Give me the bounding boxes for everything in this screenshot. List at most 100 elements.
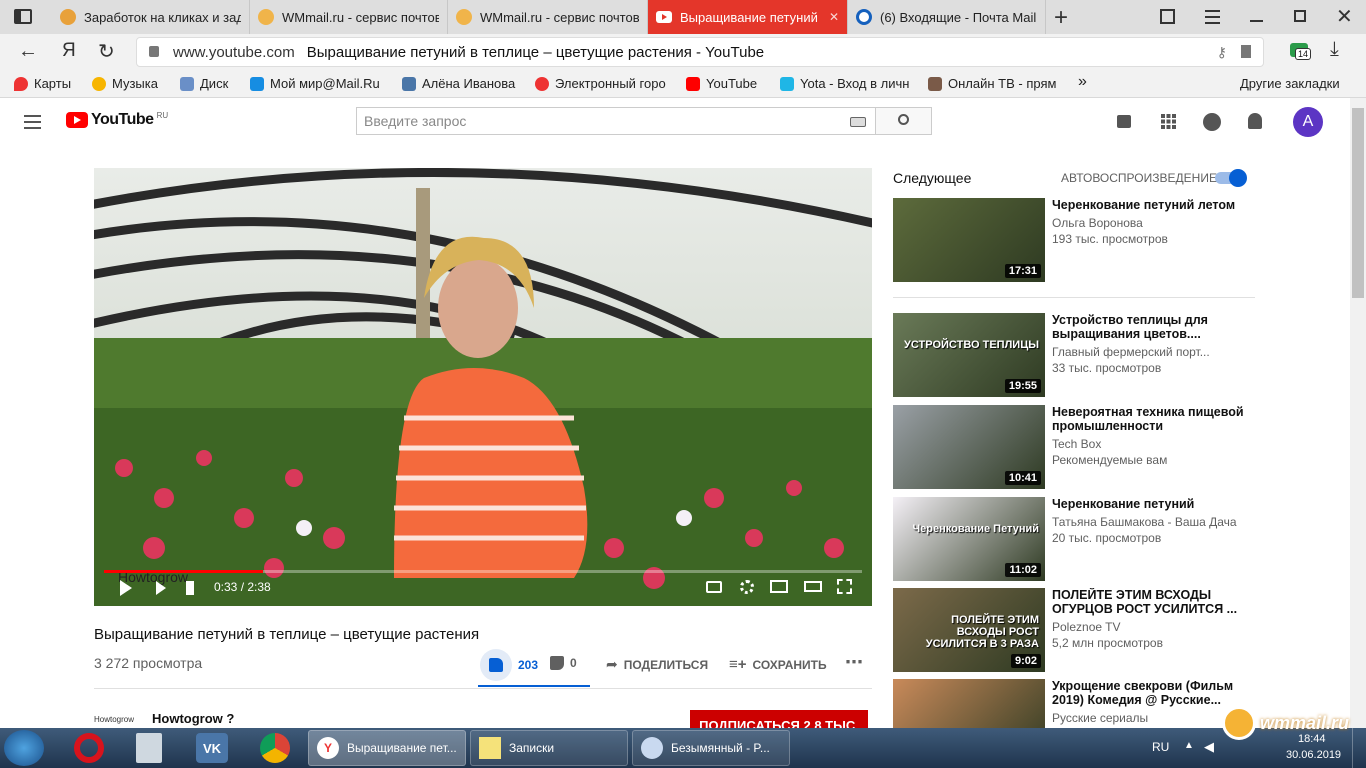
close-window-icon[interactable]: ✕	[1336, 4, 1353, 29]
calculator-icon[interactable]	[136, 733, 162, 763]
bookmark-gorod[interactable]: Электронный горо	[535, 76, 671, 91]
maximize-icon[interactable]	[1294, 10, 1306, 22]
video-card-title[interactable]: ПОЛЕЙТЕ ЭТИМ ВСХОДЫ ОГУРЦОВ РОСТ УСИЛИТС…	[1052, 588, 1248, 616]
language-indicator[interactable]: RU	[1152, 740, 1169, 754]
bookmark-maps[interactable]: Карты	[14, 76, 84, 91]
video-card-channel[interactable]: Главный фермерский порт...	[1052, 345, 1210, 359]
messages-icon[interactable]	[1203, 113, 1221, 131]
bookmark-icon[interactable]	[1241, 45, 1251, 58]
reload-icon[interactable]: ↻	[98, 39, 115, 64]
upload-video-icon[interactable]	[1117, 115, 1131, 128]
like-button[interactable]: 203	[476, 648, 542, 682]
apps-grid-icon[interactable]	[1161, 114, 1176, 129]
tab-3[interactable]: WMmail.ru - сервис почтов	[448, 0, 648, 34]
volume-tray-icon[interactable]: ◀	[1204, 739, 1214, 755]
settings-gear-icon[interactable]	[740, 580, 754, 594]
taskbar-paint[interactable]: Безымянный - P...	[632, 730, 790, 766]
download-arrow-icon[interactable]: ⤓	[1330, 38, 1339, 61]
scrollbar-thumb[interactable]	[1352, 108, 1364, 298]
tab-1[interactable]: Заработок на кликах и зад	[52, 0, 250, 34]
related-video-card[interactable]: ПОЛЕЙТЕ ЭТИМ ВСХОДЫ РОСТ УСИЛИТСЯ В 3 РА…	[893, 588, 1255, 674]
key-icon[interactable]: ⚷	[1217, 44, 1227, 61]
theater-mode-icon[interactable]	[804, 581, 822, 592]
video-card-title[interactable]: Невероятная техника пищевой промышленнос…	[1052, 405, 1248, 433]
next-icon[interactable]	[156, 581, 166, 595]
bookmark-disk[interactable]: Диск	[180, 76, 240, 91]
video-card-channel[interactable]: Tech Box	[1052, 437, 1101, 451]
bookmark-yota[interactable]: Yota - Вход в личн	[780, 76, 916, 91]
tabs-menu-icon[interactable]	[14, 9, 32, 24]
video-card-title[interactable]: Укрощение свекрови (Фильм 2019) Комедия …	[1052, 679, 1248, 707]
channel-avatar[interactable]: Howtogrow	[94, 715, 138, 727]
notifications-bell-icon[interactable]	[1248, 113, 1262, 129]
video-thumbnail[interactable]: 17:31	[893, 198, 1045, 282]
channel-name[interactable]: Howtogrow ?	[152, 711, 234, 726]
close-tab-icon[interactable]: ✕	[829, 10, 839, 24]
avatar[interactable]: A	[1293, 107, 1323, 137]
video-card-channel[interactable]: Ольга Воронова	[1052, 216, 1143, 230]
start-button[interactable]	[4, 730, 44, 766]
volume-icon[interactable]	[186, 581, 200, 595]
video-card-title[interactable]: Черенкование петуний летом	[1052, 198, 1248, 212]
opera-icon[interactable]	[74, 733, 104, 763]
bookmark-youtube[interactable]: YouTube	[686, 76, 766, 91]
video-player[interactable]: Howtogrow 0:33 / 2:38	[94, 168, 872, 606]
related-video-card[interactable]: УСТРОЙСТВО ТЕПЛИЦЫ 19:55 Устройство теплиц…	[893, 313, 1255, 399]
video-thumbnail[interactable]: ПОЛЕЙТЕ ЭТИМ ВСХОДЫ РОСТ УСИЛИТСЯ В 3 РА…	[893, 588, 1045, 672]
fullscreen-icon[interactable]	[837, 579, 852, 594]
video-card-title[interactable]: Устройство теплицы для выращивания цвето…	[1052, 313, 1248, 341]
video-card-channel[interactable]: Татьяна Башмакова - Ваша Дача	[1052, 515, 1237, 529]
bookmark-manager-icon[interactable]	[1160, 9, 1175, 24]
video-card-channel[interactable]: Русские сериалы	[1052, 711, 1148, 725]
tray-arrow-icon[interactable]: ▲	[1184, 740, 1194, 751]
share-button[interactable]: ➦ ПОДЕЛИТЬСЯ	[606, 656, 708, 673]
bookmark-music[interactable]: Музыка	[92, 76, 170, 91]
tab-5[interactable]: (6) Входящие - Почта Mail	[848, 0, 1046, 34]
video-thumbnail[interactable]: УСТРОЙСТВО ТЕПЛИЦЫ 19:55	[893, 313, 1045, 397]
subtitles-icon[interactable]	[706, 581, 722, 593]
related-video-card[interactable]: Укрощение свекрови (Фильм 2019) Комедия …	[893, 679, 1255, 728]
miniplayer-icon[interactable]	[770, 580, 788, 593]
dislike-button[interactable]: 0	[550, 656, 577, 670]
tab-2[interactable]: WMmail.ru - сервис почтов	[250, 0, 448, 34]
yandex-icon[interactable]: Я	[62, 40, 76, 62]
other-bookmarks[interactable]: Другие закладки	[1240, 76, 1350, 91]
clock-date[interactable]: 30.06.2019	[1286, 749, 1341, 761]
clock-time[interactable]: 18:44	[1298, 733, 1326, 745]
more-actions-icon[interactable]: ⋯	[845, 652, 863, 673]
autoplay-toggle[interactable]	[1215, 169, 1247, 187]
search-button[interactable]	[875, 107, 932, 135]
video-thumbnail[interactable]	[893, 679, 1045, 728]
show-desktop-button[interactable]	[1352, 728, 1366, 768]
url-field[interactable]: www.youtube.com Выращивание петуний в те…	[136, 37, 1264, 67]
related-video-card[interactable]: Черенкование Петуний 11:02 Черенкование пе…	[893, 497, 1255, 583]
bookmark-vk[interactable]: Алёна Иванова	[402, 76, 526, 91]
taskbar-notes[interactable]: Записки	[470, 730, 628, 766]
downloads-icon[interactable]: 14	[1290, 43, 1312, 60]
video-thumbnail[interactable]: Черенкование Петуний 11:02	[893, 497, 1045, 581]
related-video-card[interactable]: 17:31 Черенкование петуний летом Ольга Вор…	[893, 198, 1255, 284]
bookmarks-overflow[interactable]: »	[1078, 73, 1098, 91]
subscribe-button[interactable]: ПОДПИСАТЬСЯ 2,8 ТЫС.	[690, 710, 868, 730]
taskbar-yandex-browser[interactable]: Y Выращивание пет...	[308, 730, 466, 766]
related-video-card[interactable]: 10:41 Невероятная техника пищевой промышл…	[893, 405, 1255, 491]
keyboard-icon[interactable]	[850, 117, 866, 127]
video-thumbnail[interactable]: 10:41	[893, 405, 1045, 489]
video-card-channel[interactable]: Poleznoe TV	[1052, 620, 1121, 634]
menu-icon[interactable]	[1205, 10, 1220, 24]
bookmark-tv[interactable]: Онлайн ТВ - прям	[928, 76, 1064, 91]
play-icon[interactable]	[120, 580, 132, 596]
tab-active-youtube[interactable]: Выращивание петуний ✕	[648, 0, 848, 34]
back-arrow-icon[interactable]: ←	[18, 40, 38, 63]
hamburger-menu-icon[interactable]	[24, 115, 41, 129]
new-tab-icon[interactable]: +	[1054, 4, 1068, 32]
save-button[interactable]: ≡+ СОХРАНИТЬ	[729, 656, 827, 673]
bookmark-moymir[interactable]: Мой мир@Mail.Ru	[250, 76, 390, 91]
youtube-logo[interactable]: YouTube RU	[66, 111, 168, 129]
search-input[interactable]: Введите запрос	[356, 107, 876, 135]
chrome-icon[interactable]	[260, 733, 290, 763]
minimize-icon[interactable]	[1250, 20, 1263, 22]
page-scrollbar[interactable]	[1350, 98, 1366, 728]
vk-taskbar-icon[interactable]: VK	[196, 733, 228, 763]
video-card-title[interactable]: Черенкование петуний	[1052, 497, 1248, 511]
